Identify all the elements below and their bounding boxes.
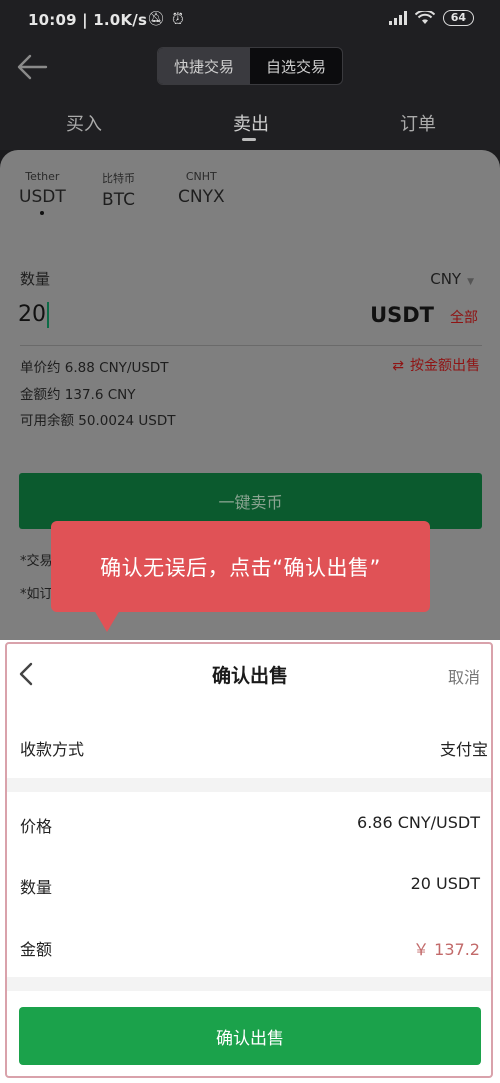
swap-icon: ⇄ bbox=[392, 358, 404, 374]
confirm-sell-button[interactable]: 确认出售 bbox=[19, 1007, 481, 1065]
alarm-icon: ⏰︎ bbox=[172, 10, 184, 28]
sell-by-amount-link[interactable]: ⇄ 按金额出售 bbox=[392, 355, 480, 375]
cancel-button[interactable]: 取消 bbox=[448, 664, 480, 688]
section-separator bbox=[7, 778, 491, 792]
sell-by-amount-label: 按金额出售 bbox=[410, 358, 480, 374]
coin-usdt[interactable]: Tether USDT bbox=[19, 170, 66, 215]
dropdown-triangle-icon: ▼ bbox=[467, 277, 474, 287]
coin-sub-label: Tether bbox=[25, 170, 60, 183]
coin-code: USDT bbox=[19, 187, 66, 207]
selected-coin-dot bbox=[40, 211, 45, 215]
coin-cnyx[interactable]: CNHT CNYX bbox=[178, 170, 225, 207]
section-separator bbox=[7, 977, 491, 991]
quantity-input[interactable]: 20 bbox=[18, 302, 49, 328]
instruction-tooltip: 确认无误后，点击“确认出售” bbox=[51, 521, 430, 612]
quantity-unit: USDT bbox=[370, 303, 434, 327]
coin-sub-label: CNHT bbox=[185, 170, 217, 183]
unit-price-text: 单价约 6.88 CNY/USDT bbox=[20, 360, 169, 376]
price-label: 价格 bbox=[20, 817, 53, 836]
coin-code: CNYX bbox=[178, 187, 225, 207]
total-value: ￥ 137.2 bbox=[413, 940, 480, 959]
mode-tab-custom[interactable]: 自选交易 bbox=[250, 48, 342, 84]
amount-text: 金额约 137.6 CNY bbox=[20, 387, 136, 403]
status-time-speed: 10:09 | 1.0K/s bbox=[28, 11, 148, 29]
back-arrow-icon[interactable] bbox=[16, 52, 48, 82]
currency-label: CNY bbox=[430, 270, 462, 288]
sheet-title: 确认出售 bbox=[211, 665, 288, 687]
trade-mode-switch: 快捷交易 自选交易 bbox=[157, 47, 343, 85]
quantity-row-value: 20 USDT bbox=[410, 874, 480, 893]
mute-icon: 🔕︎ bbox=[147, 11, 165, 27]
wifi-icon bbox=[414, 11, 435, 24]
tab-buy[interactable]: 买入 bbox=[66, 110, 102, 136]
divider bbox=[20, 345, 482, 346]
active-tab-indicator bbox=[242, 138, 256, 141]
coin-btc[interactable]: 比特币 BTC bbox=[102, 170, 135, 210]
balance-text: 可用余额 50.0024 USDT bbox=[20, 413, 176, 429]
note-line-1: *交易 bbox=[20, 554, 53, 569]
mode-tab-quick[interactable]: 快捷交易 bbox=[158, 48, 250, 84]
tab-sell[interactable]: 卖出 bbox=[233, 110, 269, 136]
currency-selector[interactable]: CNY ▼ bbox=[430, 270, 474, 288]
trade-tabs: 买入 卖出 订单 bbox=[0, 94, 500, 150]
price-value: 6.86 CNY/USDT bbox=[357, 813, 480, 832]
total-label: 金额 bbox=[20, 940, 53, 959]
tab-orders[interactable]: 订单 bbox=[400, 110, 436, 136]
text-cursor bbox=[47, 302, 49, 328]
payment-method-label: 收款方式 bbox=[20, 740, 85, 759]
tooltip-text: 确认无误后，点击“确认出售” bbox=[100, 555, 381, 580]
coin-sub-label: 比特币 bbox=[102, 172, 135, 185]
payment-method-value[interactable]: 支付宝 bbox=[440, 736, 488, 760]
quantity-label: 数量 bbox=[20, 270, 51, 288]
all-button[interactable]: 全部 bbox=[450, 307, 478, 327]
coin-code: BTC bbox=[102, 190, 135, 210]
signal-icon bbox=[388, 11, 407, 25]
quantity-row-label: 数量 bbox=[20, 878, 53, 897]
note-line-2: *如订 bbox=[20, 587, 53, 602]
status-bar: 10:09 | 1.0K/s 🔕︎ ⏰︎ 64 bbox=[0, 0, 500, 42]
top-bar: 快捷交易 自选交易 bbox=[0, 42, 500, 94]
tooltip-pointer bbox=[94, 610, 120, 632]
battery-indicator: 64 bbox=[442, 10, 474, 26]
quantity-input-value: 20 bbox=[18, 302, 46, 327]
